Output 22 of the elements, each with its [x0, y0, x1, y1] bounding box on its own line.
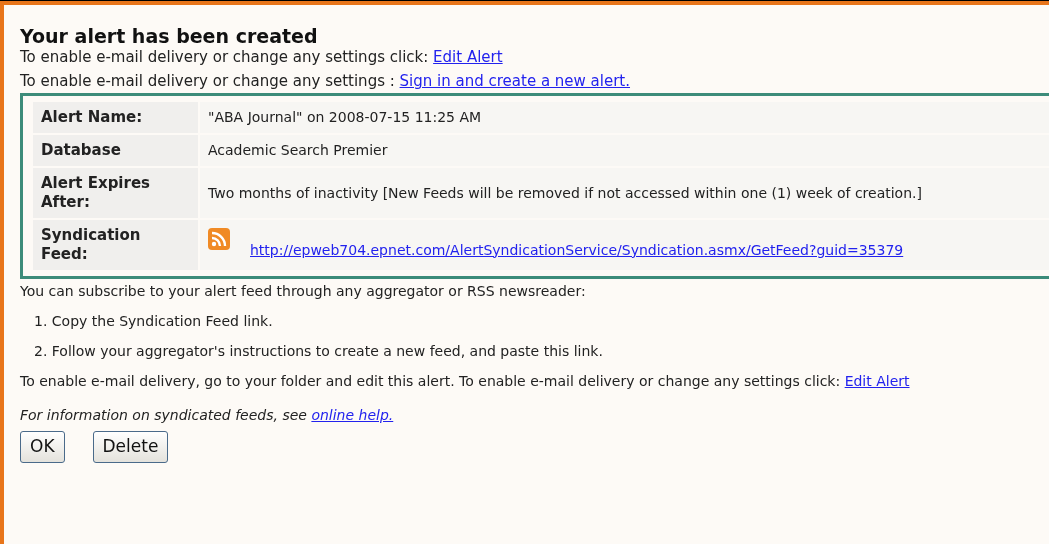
info-text: To enable e-mail delivery or change any settings click: — [20, 48, 429, 66]
info-text: For information on syndicated feeds, see — [20, 407, 307, 423]
field-label: Syndication Feed: — [33, 220, 198, 270]
field-value: Academic Search Premier — [208, 141, 388, 160]
dialog-button[interactable]: OK — [20, 431, 65, 463]
link[interactable]: Sign in and create a new alert. — [399, 72, 630, 90]
step-text: 2. Follow your aggregator's instructions to create a new feed, and paste this link. — [33, 342, 604, 361]
field-value: Two months of inactivity [New Feeds will be removed if not accessed within one (1) week of creation.] — [208, 183, 922, 203]
link[interactable]: Edit Alert — [433, 48, 503, 66]
field-label: Database — [33, 135, 198, 166]
info-text: You can subscribe to your alert feed through any aggregator or RSS newsreader: — [20, 282, 587, 301]
rss-icon[interactable] — [208, 228, 230, 250]
field-label: Alert Expires After: — [33, 168, 198, 218]
page-heading: Your alert has been created — [20, 25, 319, 47]
step-text: 1. Copy the Syndication Feed link. — [33, 312, 274, 331]
link[interactable]: online help. — [311, 407, 394, 423]
dialog-button[interactable]: Delete — [92, 431, 169, 463]
info-text: To enable e-mail delivery or change any settings : — [20, 72, 395, 90]
field-label: Alert Name: — [33, 102, 198, 133]
link[interactable]: Edit Alert — [844, 373, 910, 389]
info-text: To enable e-mail delivery, go to your folder and edit this alert. To enable e-mail delivery or change any settings click: — [20, 373, 841, 389]
field-value: "ABA Journal" on 2008-07-15 11:25 AM — [208, 108, 482, 127]
